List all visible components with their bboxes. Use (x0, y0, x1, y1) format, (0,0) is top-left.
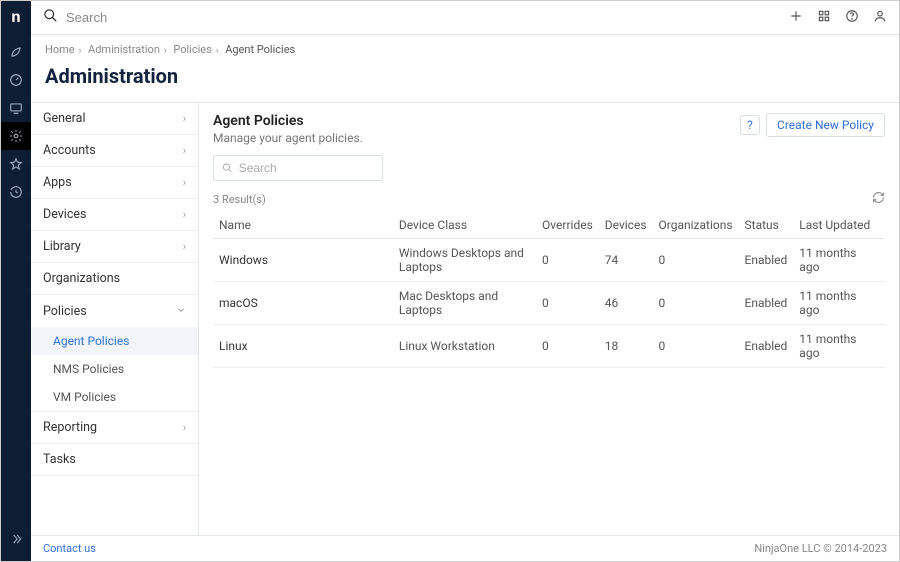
left-rail: n (1, 1, 31, 561)
cell-status: Enabled (739, 239, 794, 282)
col-organizations[interactable]: Organizations (653, 212, 739, 239)
sidebar-sub-nms-policies[interactable]: NMS Policies (31, 355, 198, 383)
cell-organizations: 0 (653, 325, 739, 368)
cell-device-class: Linux Workstation (393, 325, 536, 368)
sidebar-item-library[interactable]: Library› (31, 231, 198, 263)
rail-rocket-icon[interactable] (1, 38, 31, 66)
create-new-policy-button[interactable]: Create New Policy (766, 113, 885, 137)
user-icon[interactable] (873, 9, 887, 27)
page-title: Administration (31, 58, 899, 102)
refresh-icon[interactable] (872, 191, 885, 208)
table-row[interactable]: WindowsWindows Desktops and Laptops0740E… (213, 239, 885, 282)
rail-history-icon[interactable] (1, 178, 31, 206)
breadcrumb-admin[interactable]: Administration (88, 43, 160, 56)
cell-device-class: Mac Desktops and Laptops (393, 282, 536, 325)
cell-devices: 18 (599, 325, 653, 368)
cell-organizations: 0 (653, 282, 739, 325)
apps-grid-icon[interactable] (817, 9, 831, 27)
cell-status: Enabled (739, 325, 794, 368)
sidebar-item-tasks[interactable]: Tasks (31, 444, 198, 476)
col-name[interactable]: Name (213, 212, 393, 239)
topbar (31, 1, 899, 35)
footer: Contact us NinjaOne LLC © 2014-2023 (31, 535, 899, 561)
rail-star-icon[interactable] (1, 150, 31, 178)
col-last-updated[interactable]: Last Updated (793, 212, 885, 239)
panel-help-button[interactable]: ? (740, 115, 760, 135)
cell-name[interactable]: Linux (213, 325, 393, 368)
contact-us-link[interactable]: Contact us (43, 542, 96, 555)
cell-last-updated: 11 months ago (793, 239, 885, 282)
chevron-right-icon: › (183, 240, 186, 253)
panel-search-input[interactable] (239, 161, 374, 175)
rail-settings-icon[interactable] (1, 122, 31, 150)
chevron-right-icon: › (183, 421, 186, 434)
breadcrumb-current: Agent Policies (225, 43, 295, 56)
col-device-class[interactable]: Device Class (393, 212, 536, 239)
copyright: NinjaOne LLC © 2014-2023 (754, 542, 887, 555)
rail-dashboard-icon[interactable] (1, 66, 31, 94)
chevron-right-icon: › (183, 112, 186, 125)
admin-sidebar: General› Accounts› Apps› Devices› Librar… (31, 102, 198, 535)
table-row[interactable]: macOSMac Desktops and Laptops0460Enabled… (213, 282, 885, 325)
global-search-input[interactable] (66, 10, 366, 25)
sidebar-item-apps[interactable]: Apps› (31, 167, 198, 199)
cell-name[interactable]: Windows (213, 239, 393, 282)
chevron-down-icon (176, 305, 186, 318)
cell-status: Enabled (739, 282, 794, 325)
sidebar-item-general[interactable]: General› (31, 103, 198, 135)
panel-subtitle: Manage your agent policies. (213, 131, 363, 145)
rail-expand-icon[interactable] (1, 525, 31, 553)
col-status[interactable]: Status (739, 212, 794, 239)
chevron-right-icon: › (183, 144, 186, 157)
cell-last-updated: 11 months ago (793, 282, 885, 325)
panel-search[interactable] (213, 155, 383, 181)
sidebar-item-organizations[interactable]: Organizations (31, 263, 198, 295)
breadcrumb: Home› Administration› Policies› Agent Po… (31, 35, 899, 58)
policies-table: Name Device Class Overrides Devices Orga… (213, 212, 885, 368)
cell-device-class: Windows Desktops and Laptops (393, 239, 536, 282)
panel-title: Agent Policies (213, 113, 363, 129)
sidebar-sub-vm-policies[interactable]: VM Policies (31, 383, 198, 411)
rail-monitor-icon[interactable] (1, 94, 31, 122)
cell-devices: 46 (599, 282, 653, 325)
breadcrumb-home[interactable]: Home (45, 43, 75, 56)
chevron-right-icon: › (183, 208, 186, 221)
search-icon (222, 162, 233, 174)
cell-overrides: 0 (536, 325, 599, 368)
sidebar-item-reporting[interactable]: Reporting› (31, 412, 198, 444)
add-icon[interactable] (789, 9, 803, 27)
logo: n (12, 7, 21, 26)
cell-name[interactable]: macOS (213, 282, 393, 325)
col-overrides[interactable]: Overrides (536, 212, 599, 239)
sidebar-item-policies[interactable]: Policies (31, 295, 198, 327)
help-icon[interactable] (845, 9, 859, 27)
search-icon (43, 8, 58, 27)
cell-devices: 74 (599, 239, 653, 282)
chevron-right-icon: › (183, 176, 186, 189)
cell-organizations: 0 (653, 239, 739, 282)
result-count: 3 Result(s) (213, 193, 266, 206)
breadcrumb-policies[interactable]: Policies (173, 43, 211, 56)
col-devices[interactable]: Devices (599, 212, 653, 239)
sidebar-item-accounts[interactable]: Accounts› (31, 135, 198, 167)
main-panel: Agent Policies Manage your agent policie… (198, 102, 899, 535)
cell-overrides: 0 (536, 239, 599, 282)
sidebar-item-devices[interactable]: Devices› (31, 199, 198, 231)
cell-last-updated: 11 months ago (793, 325, 885, 368)
table-row[interactable]: LinuxLinux Workstation0180Enabled11 mont… (213, 325, 885, 368)
cell-overrides: 0 (536, 282, 599, 325)
sidebar-sub-agent-policies[interactable]: Agent Policies (31, 327, 198, 355)
